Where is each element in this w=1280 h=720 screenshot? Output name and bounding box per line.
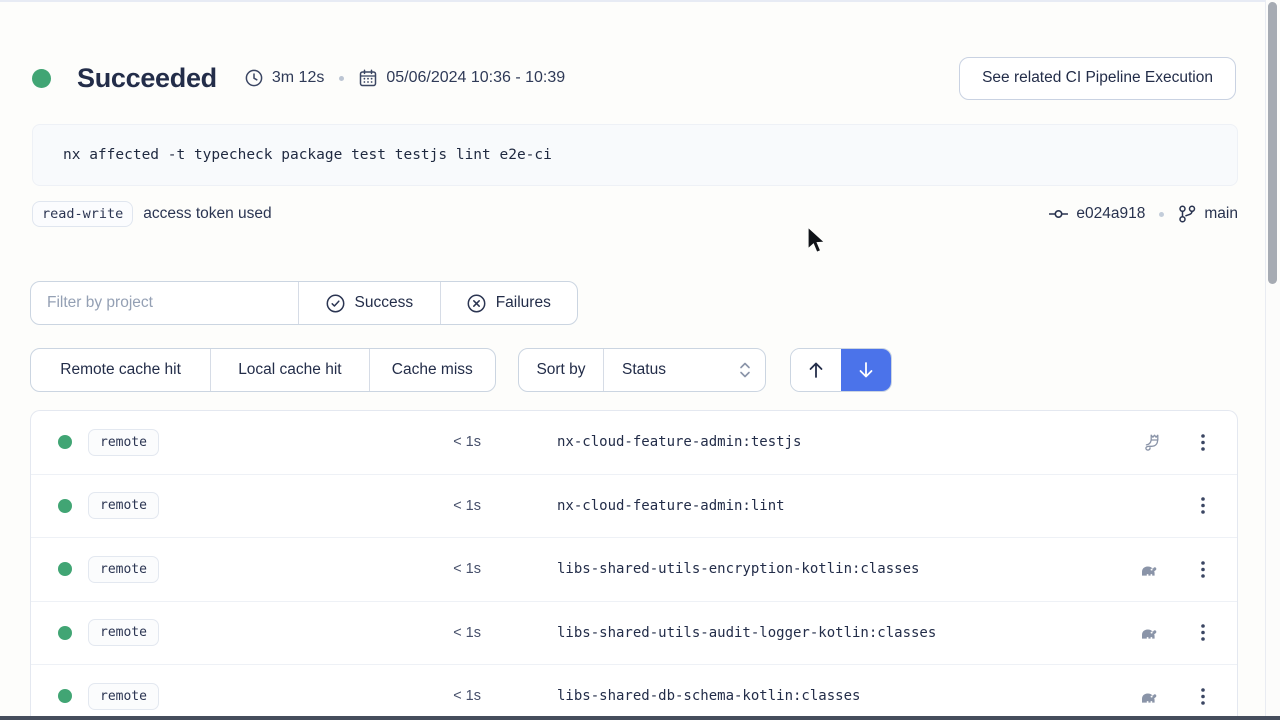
row-menu-button[interactable] xyxy=(1191,679,1215,713)
x-circle-icon xyxy=(467,294,486,313)
gradle-icon xyxy=(1137,625,1163,640)
task-name[interactable]: libs-shared-db-schema-kotlin:classes xyxy=(557,688,860,704)
task-row[interactable]: remote < 1s nx-cloud-feature-admin:testj… xyxy=(31,411,1237,475)
calendar-icon xyxy=(359,69,377,87)
task-name[interactable]: libs-shared-utils-audit-logger-kotlin:cl… xyxy=(557,625,936,641)
status-dot xyxy=(58,562,72,576)
clock-icon xyxy=(245,69,263,87)
separator-dot xyxy=(1159,212,1164,217)
failures-filter-label: Failures xyxy=(496,294,551,312)
task-list: remote < 1s nx-cloud-feature-admin:testj… xyxy=(30,410,1238,716)
branch-name[interactable]: main xyxy=(1204,205,1238,223)
cache-source-badge: remote xyxy=(88,492,159,519)
status-dot xyxy=(58,499,72,513)
remote-cache-hit-button[interactable]: Remote cache hit xyxy=(31,349,210,391)
cache-source-badge: remote xyxy=(88,556,159,583)
cache-miss-button[interactable]: Cache miss xyxy=(370,349,495,391)
status-dot xyxy=(32,69,51,88)
token-row: read-write access token used e024a918 ma… xyxy=(32,199,1238,229)
status-dot xyxy=(58,435,72,449)
project-filter-input[interactable] xyxy=(31,282,298,324)
run-command: nx affected -t typecheck package test te… xyxy=(32,124,1238,186)
success-filter-button[interactable]: Success xyxy=(299,282,439,324)
page-title: Succeeded xyxy=(77,63,217,94)
task-duration: < 1s xyxy=(411,625,481,641)
task-row[interactable]: remote < 1s nx-cloud-feature-admin:lint xyxy=(31,475,1237,539)
local-cache-hit-button[interactable]: Local cache hit xyxy=(211,349,368,391)
run-duration: 3m 12s xyxy=(272,69,324,87)
sort-field-select[interactable]: Status xyxy=(604,349,765,391)
bottom-edge xyxy=(0,716,1280,720)
separator-dot xyxy=(339,76,344,81)
top-divider xyxy=(0,0,1280,2)
task-duration: < 1s xyxy=(411,434,481,450)
task-name[interactable]: nx-cloud-feature-admin:lint xyxy=(557,498,785,514)
scrollbar-thumb[interactable] xyxy=(1268,2,1277,284)
task-row[interactable]: remote < 1s libs-shared-utils-encryption… xyxy=(31,538,1237,602)
success-filter-label: Success xyxy=(355,294,414,312)
branch-icon xyxy=(1178,205,1196,223)
task-duration: < 1s xyxy=(411,688,481,704)
task-row[interactable]: remote < 1s libs-shared-utils-audit-logg… xyxy=(31,602,1237,666)
filter-bar: Success Failures xyxy=(30,281,578,325)
row-menu-button[interactable] xyxy=(1191,489,1215,523)
gradle-icon xyxy=(1137,562,1163,577)
row-menu-button[interactable] xyxy=(1191,425,1215,459)
sort-ascending-button[interactable] xyxy=(791,349,841,391)
cache-source-badge: remote xyxy=(88,619,159,646)
access-token-label: access token used xyxy=(143,205,271,223)
sort-descending-button[interactable] xyxy=(841,349,891,391)
status-dot xyxy=(58,689,72,703)
see-related-pipeline-button[interactable]: See related CI Pipeline Execution xyxy=(959,57,1236,100)
task-name[interactable]: nx-cloud-feature-admin:testjs xyxy=(557,434,801,450)
select-chevrons-icon xyxy=(739,362,751,378)
task-duration: < 1s xyxy=(411,561,481,577)
jest-icon xyxy=(1137,431,1163,453)
mouse-cursor xyxy=(806,226,828,261)
arrow-down-icon xyxy=(857,361,875,379)
arrow-up-icon xyxy=(807,361,825,379)
sort-field-value: Status xyxy=(622,361,666,379)
run-header: Succeeded 3m 12s 05/06/2024 10:36 - 10:3… xyxy=(32,54,1236,102)
task-row[interactable]: remote < 1s libs-shared-db-schema-kotlin… xyxy=(31,665,1237,716)
scrollbar-track[interactable] xyxy=(1265,0,1280,716)
failures-filter-button[interactable]: Failures xyxy=(441,282,577,324)
task-name[interactable]: libs-shared-utils-encryption-kotlin:clas… xyxy=(557,561,919,577)
commit-icon xyxy=(1049,207,1068,221)
access-token-badge: read-write xyxy=(32,201,133,227)
task-duration: < 1s xyxy=(411,498,481,514)
sort-control: Sort by Status xyxy=(518,348,766,392)
cache-source-badge: remote xyxy=(88,683,159,710)
sort-by-label: Sort by xyxy=(519,349,603,391)
cache-filter-group: Remote cache hit Local cache hit Cache m… xyxy=(30,348,496,392)
row-menu-button[interactable] xyxy=(1191,552,1215,586)
cache-source-badge: remote xyxy=(88,429,159,456)
gradle-icon xyxy=(1137,689,1163,704)
commit-hash[interactable]: e024a918 xyxy=(1076,205,1145,223)
sort-direction-toggle xyxy=(790,348,892,392)
check-circle-icon xyxy=(326,294,345,313)
status-dot xyxy=(58,626,72,640)
run-date-range: 05/06/2024 10:36 - 10:39 xyxy=(386,69,565,87)
row-menu-button[interactable] xyxy=(1191,616,1215,650)
